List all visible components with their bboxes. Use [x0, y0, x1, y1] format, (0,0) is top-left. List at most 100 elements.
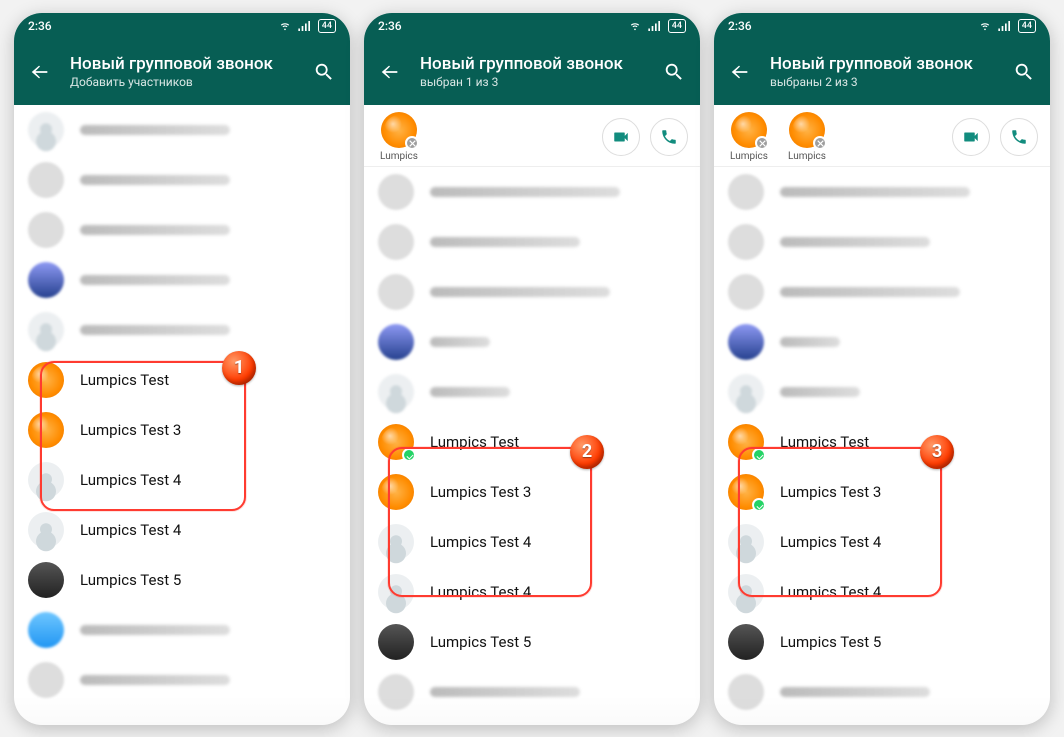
- list-item[interactable]: Lumpics Test: [714, 417, 1050, 467]
- check-icon: [752, 498, 766, 512]
- video-icon: [612, 128, 630, 146]
- list-item[interactable]: [714, 367, 1050, 417]
- remove-icon[interactable]: [755, 136, 769, 150]
- remove-icon[interactable]: [813, 136, 827, 150]
- list-item[interactable]: Lumpics Test 5: [14, 555, 350, 605]
- avatar: [728, 524, 764, 560]
- list-item[interactable]: Lumpics Test 3: [364, 467, 700, 517]
- voice-call-button[interactable]: [1000, 118, 1038, 156]
- signal-icon: [648, 21, 662, 31]
- list-item[interactable]: Lumpics Test 4: [364, 567, 700, 617]
- selected-participants: Lumpics: [364, 105, 700, 167]
- contact-list[interactable]: Lumpics Test Lumpics Test 3 Lumpics Test…: [714, 167, 1050, 725]
- status-bar: 2:36 44: [14, 13, 350, 39]
- list-item[interactable]: [364, 317, 700, 367]
- list-item[interactable]: [714, 267, 1050, 317]
- page-title: Новый групповой звонок: [770, 54, 994, 74]
- search-button[interactable]: [1008, 56, 1040, 88]
- list-item[interactable]: [364, 217, 700, 267]
- app-bar-titles: Новый групповой звонок Добавить участник…: [70, 54, 294, 89]
- phone-icon: [1010, 128, 1028, 146]
- wifi-icon: [978, 21, 992, 31]
- avatar: [731, 112, 767, 148]
- remove-icon[interactable]: [405, 136, 419, 150]
- status-icons: 44: [628, 19, 686, 33]
- step-badge: 3: [920, 435, 954, 469]
- avatar: [378, 524, 414, 560]
- selected-chip[interactable]: Lumpics: [784, 112, 830, 162]
- list-item[interactable]: Lumpics Test: [364, 417, 700, 467]
- list-item[interactable]: Lumpics Test 4: [14, 455, 350, 505]
- search-icon: [313, 61, 335, 83]
- list-item[interactable]: [14, 255, 350, 305]
- avatar: [378, 574, 414, 610]
- arrow-left-icon: [379, 61, 401, 83]
- list-item[interactable]: Lumpics Test 3: [714, 467, 1050, 517]
- check-icon: [402, 448, 416, 462]
- phone-screen-2: 2:36 44 Новый групповой звонок выбран 1 …: [364, 13, 700, 725]
- contact-name: Lumpics Test 4: [80, 471, 181, 489]
- back-button[interactable]: [724, 56, 756, 88]
- avatar: [728, 424, 764, 460]
- selected-chip[interactable]: Lumpics: [376, 112, 422, 162]
- app-bar-titles: Новый групповой звонок выбраны 2 из 3: [770, 54, 994, 89]
- status-bar: 2:36 44: [714, 13, 1050, 39]
- back-button[interactable]: [24, 56, 56, 88]
- list-item[interactable]: [714, 317, 1050, 367]
- battery-level: 44: [668, 19, 686, 33]
- avatar: [378, 624, 414, 660]
- list-item[interactable]: [14, 105, 350, 155]
- search-icon: [663, 61, 685, 83]
- search-button[interactable]: [658, 56, 690, 88]
- contact-name: Lumpics Test 4: [430, 533, 531, 551]
- avatar: [728, 574, 764, 610]
- chip-label: Lumpics: [788, 151, 826, 162]
- page-title: Новый групповой звонок: [420, 54, 644, 74]
- video-icon: [962, 128, 980, 146]
- app-bar: Новый групповой звонок Добавить участник…: [14, 39, 350, 105]
- list-item[interactable]: [364, 167, 700, 217]
- check-icon: [752, 448, 766, 462]
- contact-list[interactable]: Lumpics Test Lumpics Test 3 Lumpics Test…: [364, 167, 700, 725]
- contact-name: Lumpics Test 5: [80, 571, 181, 589]
- list-item[interactable]: [364, 367, 700, 417]
- list-item[interactable]: [364, 267, 700, 317]
- voice-call-button[interactable]: [650, 118, 688, 156]
- step-badge: 1: [222, 351, 256, 385]
- app-bar: Новый групповой звонок выбраны 2 из 3: [714, 39, 1050, 105]
- selected-chip[interactable]: Lumpics: [726, 112, 772, 162]
- list-item[interactable]: Lumpics Test 4: [714, 517, 1050, 567]
- chip-label: Lumpics: [380, 151, 418, 162]
- list-item[interactable]: Lumpics Test 4: [14, 505, 350, 555]
- contact-list[interactable]: Lumpics Test Lumpics Test 3 Lumpics Test…: [14, 105, 350, 725]
- phone-icon: [660, 128, 678, 146]
- status-icons: 44: [978, 19, 1036, 33]
- contact-name: Lumpics Test: [430, 433, 519, 451]
- list-item[interactable]: Lumpics Test: [14, 355, 350, 405]
- list-item[interactable]: [14, 605, 350, 655]
- contact-name: Lumpics Test 4: [780, 533, 881, 551]
- search-button[interactable]: [308, 56, 340, 88]
- contact-name: Lumpics Test 5: [430, 633, 531, 651]
- page-subtitle: Добавить участников: [70, 75, 294, 89]
- status-bar: 2:36 44: [364, 13, 700, 39]
- list-item[interactable]: Lumpics Test 3: [14, 405, 350, 455]
- status-time: 2:36: [378, 19, 402, 33]
- list-item[interactable]: Lumpics Test 5: [364, 617, 700, 667]
- back-button[interactable]: [374, 56, 406, 88]
- avatar: [28, 412, 64, 448]
- list-item[interactable]: Lumpics Test 4: [714, 567, 1050, 617]
- list-item[interactable]: [714, 167, 1050, 217]
- list-item[interactable]: Lumpics Test 5: [714, 617, 1050, 667]
- contact-name: Lumpics Test 4: [80, 521, 181, 539]
- list-item[interactable]: [714, 217, 1050, 267]
- video-call-button[interactable]: [602, 118, 640, 156]
- list-item[interactable]: Lumpics Test 4: [364, 517, 700, 567]
- list-item[interactable]: [14, 305, 350, 355]
- list-item[interactable]: [14, 155, 350, 205]
- app-bar-titles: Новый групповой звонок выбран 1 из 3: [420, 54, 644, 89]
- video-call-button[interactable]: [952, 118, 990, 156]
- list-item[interactable]: [14, 205, 350, 255]
- avatar: [381, 112, 417, 148]
- app-bar: Новый групповой звонок выбран 1 из 3: [364, 39, 700, 105]
